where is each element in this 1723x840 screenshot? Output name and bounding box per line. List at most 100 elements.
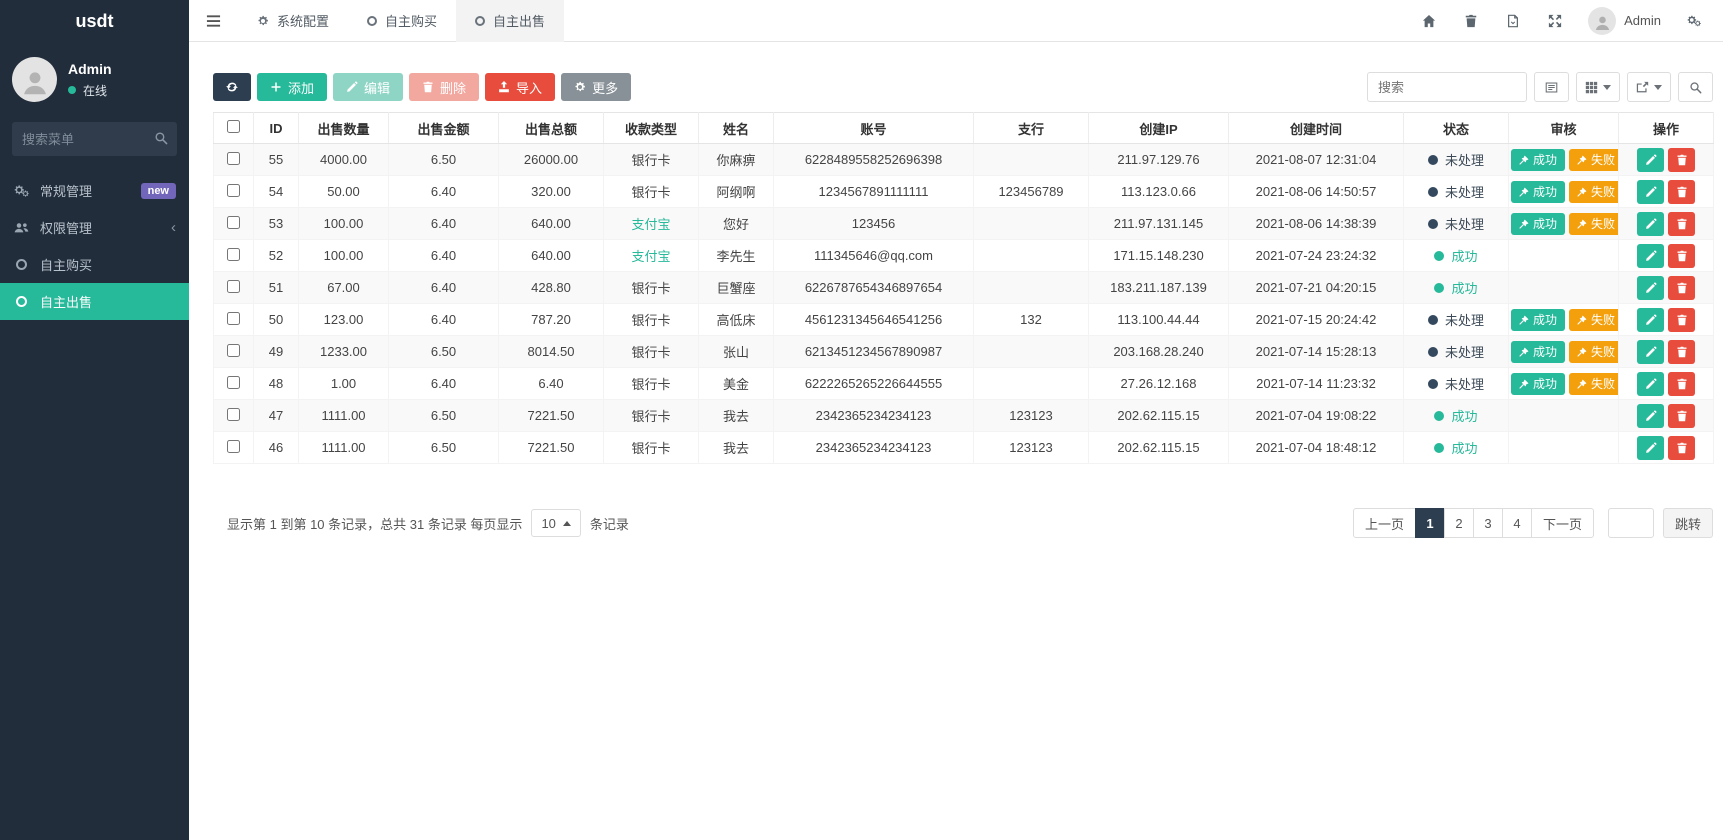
edit-button[interactable]: 编辑 bbox=[333, 73, 404, 101]
next-page-button[interactable]: 下一页 bbox=[1530, 508, 1594, 538]
row-delete-button[interactable] bbox=[1668, 243, 1695, 268]
audit-success-label: 成功 bbox=[1533, 345, 1558, 359]
audit-fail-button[interactable]: 失败 bbox=[1569, 340, 1618, 363]
detail-view-button[interactable] bbox=[1534, 72, 1569, 102]
columns-button[interactable] bbox=[1576, 72, 1620, 102]
row-edit-button[interactable] bbox=[1637, 243, 1664, 268]
sidebar-item-自主出售[interactable]: 自主出售 bbox=[0, 283, 189, 320]
circle-icon bbox=[13, 296, 30, 307]
row-delete-button[interactable] bbox=[1668, 307, 1695, 332]
cell-create-time: 2021-08-06 14:38:39 bbox=[1228, 207, 1404, 240]
audit-success-button[interactable]: 成功 bbox=[1511, 212, 1566, 235]
page-jump-button[interactable]: 跳转 bbox=[1662, 508, 1713, 538]
row-edit-button[interactable] bbox=[1637, 179, 1664, 204]
hamburger-icon[interactable] bbox=[189, 14, 238, 28]
row-checkbox[interactable] bbox=[227, 247, 240, 261]
sidebar: usdt Admin 在线 常规管理 new 权限管理 ‹ 自主购买自主出售 bbox=[0, 0, 189, 840]
row-delete-button[interactable] bbox=[1668, 211, 1695, 236]
row-edit-button[interactable] bbox=[1637, 371, 1664, 396]
sidebar-item-权限管理[interactable]: 权限管理 ‹ bbox=[0, 209, 189, 246]
column-header: 出售数量 bbox=[298, 112, 389, 144]
page-button-4[interactable]: 4 bbox=[1501, 508, 1532, 538]
tab-系统配置[interactable]: 系统配置 bbox=[238, 0, 348, 42]
row-checkbox[interactable] bbox=[227, 311, 240, 325]
tab-自主购买[interactable]: 自主购买 bbox=[348, 0, 456, 42]
audit-fail-button[interactable]: 失败 bbox=[1569, 372, 1618, 395]
more-button[interactable]: 更多 bbox=[561, 73, 632, 101]
audit-fail-button[interactable]: 失败 bbox=[1569, 180, 1618, 203]
sidebar-item-自主购买[interactable]: 自主购买 bbox=[0, 246, 189, 283]
audit-fail-button[interactable]: 失败 bbox=[1569, 212, 1618, 235]
user-menu[interactable]: Admin bbox=[1576, 6, 1673, 35]
status-label: 未处理 bbox=[1444, 313, 1484, 328]
row-checkbox[interactable] bbox=[227, 183, 240, 197]
search-button[interactable] bbox=[1678, 72, 1713, 102]
pay-type-label[interactable]: 支付宝 bbox=[631, 217, 670, 232]
row-checkbox[interactable] bbox=[227, 279, 240, 293]
cell-status: 未处理 bbox=[1403, 143, 1509, 176]
row-checkbox[interactable] bbox=[227, 215, 240, 229]
fullscreen-icon[interactable] bbox=[1534, 14, 1576, 28]
sidebar-item-常规管理[interactable]: 常规管理 new bbox=[0, 172, 189, 209]
row-delete-button[interactable] bbox=[1668, 275, 1695, 300]
status-dot-icon bbox=[1427, 378, 1438, 389]
cell-create-ip: 202.62.115.15 bbox=[1088, 431, 1229, 464]
row-checkbox[interactable] bbox=[227, 375, 240, 389]
cell-account: 2342365234234123 bbox=[773, 431, 974, 464]
audit-success-button[interactable]: 成功 bbox=[1511, 308, 1566, 331]
row-checkbox[interactable] bbox=[227, 407, 240, 421]
add-button[interactable]: 添加 bbox=[257, 73, 328, 101]
export-icon bbox=[1636, 81, 1649, 92]
table-search-input[interactable] bbox=[1367, 72, 1527, 102]
cell-select bbox=[213, 239, 254, 272]
audit-success-button[interactable]: 成功 bbox=[1511, 148, 1566, 171]
row-delete-button[interactable] bbox=[1668, 179, 1695, 204]
row-delete-button[interactable] bbox=[1668, 147, 1695, 172]
cell-audit: 成功 失败 bbox=[1508, 207, 1619, 240]
pay-type-label[interactable]: 支付宝 bbox=[631, 249, 670, 264]
page-size-select[interactable]: 10 bbox=[531, 509, 581, 537]
page-jump-input[interactable] bbox=[1607, 508, 1654, 538]
pencil-icon bbox=[1645, 345, 1657, 358]
gavel-icon bbox=[1577, 219, 1587, 229]
clear-cache-icon[interactable] bbox=[1492, 14, 1534, 28]
status-dot-icon bbox=[1427, 314, 1438, 325]
row-edit-button[interactable] bbox=[1637, 339, 1664, 364]
more-button-label: 更多 bbox=[592, 80, 619, 96]
trash-icon[interactable] bbox=[1450, 14, 1492, 28]
row-checkbox[interactable] bbox=[227, 151, 240, 165]
refresh-button[interactable] bbox=[213, 73, 251, 101]
audit-fail-button[interactable]: 失败 bbox=[1569, 308, 1618, 331]
tab-自主出售[interactable]: 自主出售 bbox=[456, 0, 565, 42]
row-checkbox[interactable] bbox=[227, 343, 240, 357]
row-edit-button[interactable] bbox=[1637, 211, 1664, 236]
row-edit-button[interactable] bbox=[1637, 147, 1664, 172]
column-header: 创建IP bbox=[1088, 112, 1229, 144]
row-delete-button[interactable] bbox=[1668, 371, 1695, 396]
row-edit-button[interactable] bbox=[1637, 435, 1664, 460]
page-button-1[interactable]: 1 bbox=[1414, 508, 1445, 538]
row-edit-button[interactable] bbox=[1637, 403, 1664, 428]
row-edit-button[interactable] bbox=[1637, 307, 1664, 332]
row-delete-button[interactable] bbox=[1668, 403, 1695, 428]
home-icon[interactable] bbox=[1408, 14, 1450, 28]
row-delete-button[interactable] bbox=[1668, 339, 1695, 364]
menu-search-input[interactable] bbox=[12, 122, 177, 156]
prev-page-button[interactable]: 上一页 bbox=[1352, 508, 1416, 538]
page-button-3[interactable]: 3 bbox=[1472, 508, 1503, 538]
audit-fail-button[interactable]: 失败 bbox=[1569, 148, 1618, 171]
page-button-2[interactable]: 2 bbox=[1443, 508, 1474, 538]
row-checkbox[interactable] bbox=[227, 439, 240, 453]
cell-create-ip: 203.168.28.240 bbox=[1088, 335, 1229, 368]
cell-id: 52 bbox=[253, 239, 299, 272]
import-button[interactable]: 导入 bbox=[485, 73, 556, 101]
row-edit-button[interactable] bbox=[1637, 275, 1664, 300]
audit-success-button[interactable]: 成功 bbox=[1511, 372, 1566, 395]
export-button[interactable] bbox=[1627, 72, 1671, 102]
settings-gears-icon[interactable] bbox=[1673, 14, 1715, 28]
select-all-checkbox[interactable] bbox=[227, 120, 240, 133]
delete-button[interactable]: 删除 bbox=[409, 73, 480, 101]
audit-success-button[interactable]: 成功 bbox=[1511, 340, 1566, 363]
row-delete-button[interactable] bbox=[1668, 435, 1695, 460]
audit-success-button[interactable]: 成功 bbox=[1511, 180, 1566, 203]
